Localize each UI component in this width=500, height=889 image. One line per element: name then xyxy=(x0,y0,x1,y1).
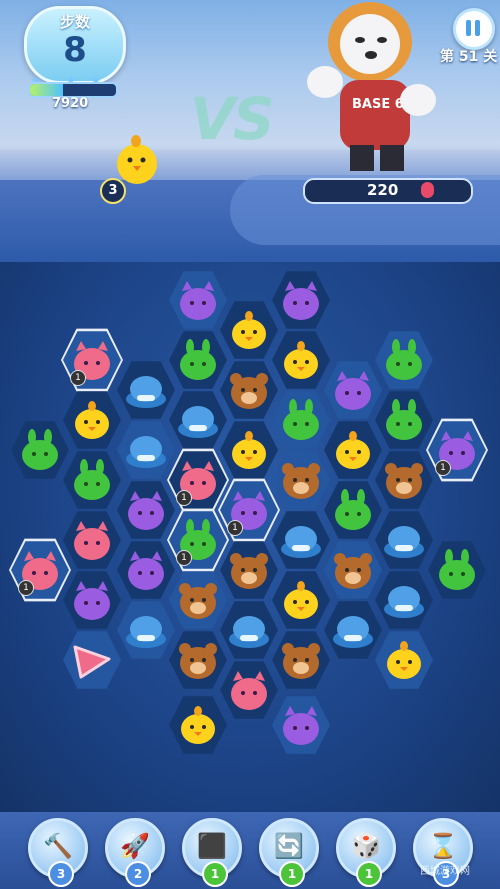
brown-piece[interactable] xyxy=(278,457,324,503)
blocker-counter: 1 xyxy=(176,550,192,566)
shuffle-icon: 🔄 xyxy=(274,832,304,860)
yellow-piece[interactable] xyxy=(175,702,221,748)
vs-text: VS xyxy=(190,85,275,153)
blocker-counter: 1 xyxy=(18,580,34,596)
score-progress-fill xyxy=(30,84,63,96)
yellow-piece[interactable] xyxy=(278,577,324,623)
hammer-icon: 🔨 xyxy=(43,832,73,860)
triangle-piece[interactable] xyxy=(69,637,115,683)
brown-piece[interactable] xyxy=(175,637,221,683)
tool-count-badge: 2 xyxy=(125,861,151,887)
green-piece[interactable] xyxy=(17,427,63,473)
purple-piece[interactable] xyxy=(175,277,221,323)
pause-icon xyxy=(466,20,471,36)
tool-hammer-button[interactable]: 🔨 3 xyxy=(28,818,88,887)
tool-count-badge: 1 xyxy=(356,861,382,887)
blue-piece[interactable] xyxy=(330,607,376,653)
blocker-counter: 1 xyxy=(176,490,192,506)
tool-shuffle-button[interactable]: 🔄 1 xyxy=(259,818,319,887)
blue-piece[interactable] xyxy=(381,517,427,563)
green-piece[interactable] xyxy=(175,337,221,383)
purple-piece[interactable] xyxy=(278,702,324,748)
blocker-counter: 1 xyxy=(227,520,243,536)
hourglass-icon: ⌛ xyxy=(428,832,458,860)
moves-label: 步数 xyxy=(59,13,90,31)
boss-hp-value: 220 xyxy=(367,181,399,199)
boss-hp-fill xyxy=(421,182,434,198)
purple-piece[interactable] xyxy=(123,487,169,533)
blue-piece[interactable] xyxy=(123,607,169,653)
blue-piece[interactable] xyxy=(381,577,427,623)
blue-piece[interactable] xyxy=(175,397,221,443)
chick-counter: 3 xyxy=(100,178,126,204)
brown-piece[interactable] xyxy=(226,547,272,593)
green-piece[interactable] xyxy=(381,337,427,383)
tool-count-badge: 1 xyxy=(202,861,228,887)
green-piece[interactable] xyxy=(434,547,480,593)
yellow-piece[interactable] xyxy=(330,427,376,473)
green-piece[interactable] xyxy=(278,397,324,443)
yellow-piece[interactable] xyxy=(226,307,272,353)
score-value: 7920 xyxy=(52,96,89,111)
green-piece[interactable] xyxy=(69,457,115,503)
brown-piece[interactable] xyxy=(175,577,221,623)
tool-dice-button[interactable]: 🎲 1 xyxy=(336,818,396,887)
moves-counter: 步数 8 xyxy=(24,6,126,84)
boss-bear-character: BASE 6 xyxy=(307,2,436,171)
yellow-piece[interactable] xyxy=(69,397,115,443)
blocker-counter: 1 xyxy=(435,460,451,476)
blocker-counter: 1 xyxy=(70,370,86,386)
pink-piece[interactable] xyxy=(69,517,115,563)
yellow-piece[interactable] xyxy=(226,427,272,473)
tool-count-badge: 1 xyxy=(279,861,305,887)
purple-piece[interactable] xyxy=(278,277,324,323)
tool-count-badge: 3 xyxy=(48,861,74,887)
brown-piece[interactable] xyxy=(381,457,427,503)
purple-piece[interactable] xyxy=(123,547,169,593)
purple-piece[interactable] xyxy=(69,577,115,623)
moves-value: 8 xyxy=(63,30,87,70)
green-piece[interactable] xyxy=(381,397,427,443)
pause-icon xyxy=(475,20,480,36)
yellow-piece[interactable] xyxy=(381,637,427,683)
rocket-icon: 🚀 xyxy=(120,832,150,860)
tool-rocket-button[interactable]: 🚀 2 xyxy=(105,818,165,887)
blue-piece[interactable] xyxy=(226,607,272,653)
blue-piece[interactable] xyxy=(278,517,324,563)
purple-piece[interactable] xyxy=(330,367,376,413)
tool-cube-swap-button[interactable]: ⬛ 1 xyxy=(182,818,242,887)
pink-piece[interactable] xyxy=(226,667,272,713)
dice-icon: 🎲 xyxy=(351,832,381,860)
cube-swap-icon: ⬛ xyxy=(197,832,227,860)
blue-piece[interactable] xyxy=(123,367,169,413)
watermark: 西城游戏网 xyxy=(420,866,470,877)
brown-piece[interactable] xyxy=(278,637,324,683)
blue-piece[interactable] xyxy=(123,427,169,473)
boss-shirt-text: BASE 6 xyxy=(352,97,404,112)
boss-hp-bar: 220 xyxy=(303,178,473,204)
brown-piece[interactable] xyxy=(330,547,376,593)
brown-piece[interactable] xyxy=(226,367,272,413)
green-piece[interactable] xyxy=(330,487,376,533)
yellow-piece[interactable] xyxy=(278,337,324,383)
